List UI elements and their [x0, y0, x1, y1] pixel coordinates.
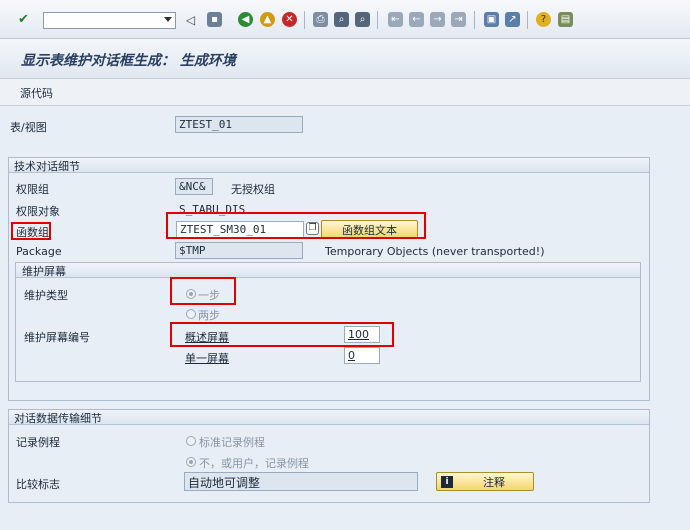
back-icon[interactable]: ◀	[238, 12, 253, 27]
highlight-function-group-label	[11, 222, 51, 240]
toolbar-separator	[304, 11, 305, 29]
no-user-routine-label: 不，或用户，记录例程	[199, 457, 309, 470]
toolbar-separator	[527, 11, 528, 29]
find-icon[interactable]: ⌕	[334, 12, 349, 27]
previous-page-icon[interactable]: ←	[409, 12, 424, 27]
table-view-label: 表/视图	[10, 121, 47, 134]
group-header	[9, 410, 649, 425]
first-page-icon[interactable]: ⇤	[388, 12, 403, 27]
compare-flag-field[interactable]: 自动地可调整	[184, 472, 418, 491]
two-step-label: 两步	[198, 309, 220, 322]
group-header	[16, 263, 640, 278]
command-field[interactable]	[43, 12, 176, 29]
record-routine-label: 记录例程	[16, 436, 60, 449]
compare-flag-label: 比较标志	[16, 478, 60, 491]
maint-screen-header: 维护屏幕	[22, 265, 66, 278]
page-title: 显示表维护对话框生成： 生成环境	[21, 53, 236, 69]
comment-button[interactable]: i 注释	[436, 472, 534, 491]
two-step-radio[interactable]	[186, 309, 196, 319]
auth-group-desc: 无授权组	[231, 183, 275, 196]
help-icon[interactable]: ?	[536, 12, 551, 27]
no-user-routine-radio[interactable]	[186, 457, 196, 467]
package-desc: Temporary Objects (never transported!)	[325, 245, 545, 258]
std-routine-radio[interactable]	[186, 436, 196, 446]
toolbar-separator	[474, 11, 475, 29]
highlight-one-step	[170, 277, 236, 305]
highlight-overview-screen	[170, 322, 394, 347]
print-icon[interactable]: ⎙	[313, 12, 328, 27]
std-routine-label: 标准记录例程	[199, 436, 265, 449]
create-session-icon[interactable]: ▣	[484, 12, 499, 27]
sub-toolbar	[0, 79, 690, 106]
single-screen-label[interactable]: 单一屏幕	[185, 350, 229, 366]
chevron-down-icon[interactable]	[164, 17, 172, 22]
table-view-field[interactable]: ZTEST_01	[175, 116, 303, 133]
auth-object-label: 权限对象	[16, 205, 60, 218]
enter-check-icon[interactable]: ✔	[16, 12, 31, 27]
customize-layout-icon[interactable]: ▤	[558, 12, 573, 27]
single-screen-field[interactable]: 0	[344, 347, 380, 364]
last-page-icon[interactable]: ⇥	[451, 12, 466, 27]
transport-header: 对话数据传输细节	[14, 412, 102, 425]
tech-details-header: 技术对话细节	[14, 160, 80, 173]
group-header	[9, 158, 649, 173]
source-code-button[interactable]: 源代码	[20, 85, 53, 101]
save-icon[interactable]: ▪	[207, 12, 222, 27]
screen-no-label: 维护屏幕编号	[24, 331, 90, 344]
auth-group-field[interactable]: &NC&	[175, 178, 213, 195]
highlight-function-group-fields	[166, 212, 426, 239]
comment-button-label: 注释	[483, 475, 505, 489]
auth-group-label: 权限组	[16, 183, 49, 196]
exit-icon[interactable]: ▲	[260, 12, 275, 27]
maint-type-label: 维护类型	[24, 289, 68, 302]
cancel-icon[interactable]: ✕	[282, 12, 297, 27]
toolbar-separator	[377, 11, 378, 29]
create-shortcut-icon[interactable]: ↗	[505, 12, 520, 27]
info-icon: i	[441, 475, 453, 488]
next-page-icon[interactable]: →	[430, 12, 445, 27]
package-label: Package	[16, 245, 62, 258]
left-marker-icon: ◁	[185, 12, 196, 27]
package-field[interactable]: $TMP	[175, 242, 303, 259]
find-next-icon[interactable]: ⌕	[355, 12, 370, 27]
